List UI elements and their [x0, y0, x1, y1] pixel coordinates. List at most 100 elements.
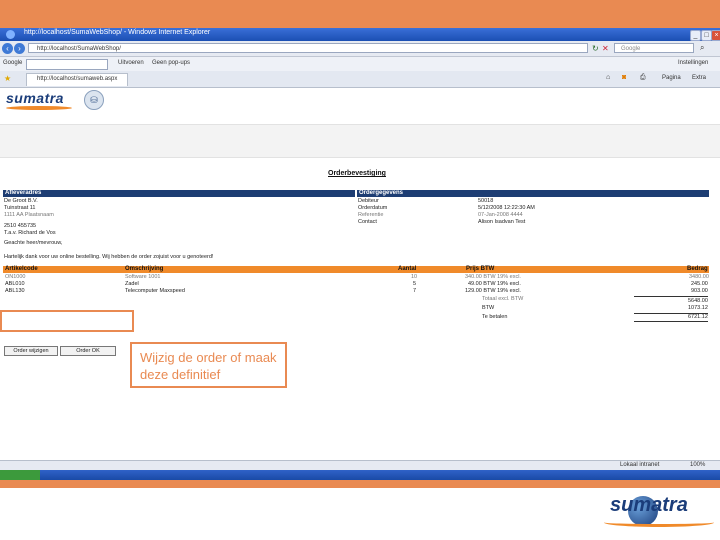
zoom-level[interactable]: 100% [690, 462, 705, 468]
refresh-icon[interactable]: ↻ [592, 44, 599, 53]
toolbar-button-1[interactable]: Uitvoeren [118, 60, 144, 66]
total-value: 6721.12 [688, 314, 708, 320]
callout-box: Wijzig de order of maak deze definitief [130, 342, 287, 388]
back-icon[interactable]: ‹ [2, 43, 13, 54]
slide-footer: sumatra [0, 488, 720, 540]
row-quantity: 7 [413, 288, 417, 294]
row-price: 340.00 BTW 19% excl. [465, 274, 521, 280]
close-button[interactable]: × [711, 30, 720, 41]
subtotal-label: Totaal excl. BTW [482, 296, 524, 302]
stop-icon[interactable]: ✕ [602, 44, 609, 53]
address-input[interactable]: http://localhost/SumaWebShop/ [28, 43, 588, 53]
home-icon[interactable]: ⌂ [606, 74, 610, 81]
toolbar-button-2[interactable]: Geen pop-ups [152, 60, 190, 66]
row-description: Telecomputer Maxspeed [125, 288, 185, 294]
cart-icon[interactable]: ⛁ [84, 90, 104, 110]
col-header: Bedrag [687, 266, 708, 272]
toolbar-settings[interactable]: Instellingen [678, 60, 708, 66]
footer-logo: sumatra [610, 494, 688, 516]
edit-order-button[interactable]: Order wijzigen [4, 346, 58, 356]
row-quantity: 5 [413, 281, 417, 287]
row-description: Software 1001 [125, 274, 161, 280]
table-row: ON1000 Software 1001 10 340.00 BTW 19% e… [3, 274, 709, 281]
search-input[interactable]: Google [614, 43, 694, 53]
order-info-label: Debiteur [358, 198, 379, 204]
order-info-value: 50018 [478, 198, 494, 204]
greeting: Geachte heer/mevrouw, [4, 240, 63, 246]
address-bar-row: ‹ › http://localhost/SumaWebShop/ ↻ ✕ Go… [0, 41, 720, 57]
sumatra-logo: sumatra [6, 90, 64, 106]
order-info-header: Ordergegevens [357, 190, 709, 197]
google-label: Google [3, 60, 23, 66]
forward-icon[interactable]: › [14, 43, 25, 54]
order-info-label: Referentie [358, 212, 384, 218]
total-underline [634, 321, 708, 322]
delivery-line: 1111 AA Plaatsnaam [4, 212, 54, 218]
order-ok-button[interactable]: Order OK [60, 346, 116, 356]
order-info-label: Orderdatum [358, 205, 388, 211]
delivery-header: Afleveradres [3, 190, 355, 197]
window-title: http://localhost/SumaWebShop/ - Windows … [24, 29, 211, 36]
google-toolbar: Google Uitvoeren Geen pop-ups Instelling… [0, 57, 720, 72]
status-zone: Lokaal intranet [620, 462, 660, 468]
browser-window: http://localhost/SumaWebShop/ - Windows … [0, 28, 720, 480]
order-info-values: 50018 5/12/2008 12:22:30 AM 07-Jan-2008 … [478, 198, 535, 226]
order-info-value: 5/12/2008 12:22:30 AM [478, 205, 535, 211]
thanks-message: Hartelijk dank voor uw online bestelling… [4, 254, 214, 260]
delivery-line: T.a.v. Richard de Vos [4, 230, 56, 236]
minimize-button[interactable]: _ [690, 30, 701, 41]
delivery-line: 2510 455735 [4, 223, 37, 229]
tab-bar: ★ http://localhost/sumaweb.aspx ⌂ ◙ ⎙ Pa… [0, 71, 720, 88]
row-code: ABL130 [5, 288, 25, 294]
subtotal-value: 5648.00 [688, 298, 708, 304]
feeds-icon[interactable]: ◙ [622, 74, 626, 81]
col-header: Omschrijving [125, 266, 164, 272]
page-title: Orderbevestiging [328, 170, 386, 177]
favorites-star-icon[interactable]: ★ [4, 74, 11, 83]
taskbar [0, 470, 720, 480]
col-header: Artikelcode [5, 266, 38, 272]
row-code: ABL010 [5, 281, 25, 287]
title-bar: http://localhost/SumaWebShop/ - Windows … [0, 28, 720, 41]
ie-icon [6, 30, 15, 39]
btw-value: 1073.12 [688, 305, 708, 311]
btw-label: BTW [482, 305, 495, 311]
delivery-line: De Groot B.V. [4, 198, 38, 204]
toolbar-search-field[interactable] [26, 59, 108, 70]
tab-label: http://localhost/sumaweb.aspx [37, 76, 118, 82]
page-menu[interactable]: Pagina [662, 75, 681, 81]
table-row: ABL010 Zadel 5 49.00 BTW 19% excl. 245.0… [3, 281, 709, 288]
page-header-strip [0, 124, 720, 158]
row-amount: 903.00 [691, 288, 708, 294]
row-quantity: 10 [411, 274, 418, 280]
footer-swoosh [604, 518, 714, 527]
total-label: Te betalen [482, 314, 508, 320]
totals-divider [634, 296, 708, 297]
row-price: 129.00 BTW 19% excl. [465, 288, 521, 294]
start-button[interactable] [0, 470, 40, 480]
order-info-value: 07-Jan-2008 4444 [478, 212, 523, 218]
row-code: ON1000 [5, 274, 26, 280]
search-icon[interactable]: ⌕ [700, 43, 704, 53]
slide-band [0, 480, 720, 488]
row-amount: 3480.00 [689, 274, 709, 280]
web-page: sumatra ⛁ Orderbevestiging Afleveradres … [0, 88, 720, 468]
table-row: ABL130 Telecomputer Maxspeed 7 129.00 BT… [3, 288, 709, 295]
row-amount: 245.00 [691, 281, 708, 287]
tools-menu[interactable]: Extra [692, 75, 706, 81]
order-info-value: Alison Isadvan Test [478, 219, 526, 225]
row-description: Zadel [125, 281, 139, 287]
order-info-labels: Debiteur Orderdatum Referentie Contact [358, 198, 387, 226]
row-price: 49.00 BTW 19% excl. [468, 281, 521, 287]
buttons-highlight-box [0, 310, 134, 332]
delivery-line: Tuinstraat 11 [4, 205, 36, 211]
col-header: Prijs BTW [466, 266, 495, 272]
order-info-label: Contact [358, 219, 377, 225]
col-header: Aantal [398, 266, 417, 272]
order-table-header: Artikelcode Omschrijving Aantal Prijs BT… [3, 266, 709, 273]
delivery-block: De Groot B.V. Tuinstraat 11 1111 AA Plaa… [4, 198, 56, 237]
print-icon[interactable]: ⎙ [640, 74, 646, 82]
callout-text: Wijzig de order of maak deze definitief [140, 350, 277, 382]
tab-current[interactable]: http://localhost/sumaweb.aspx [26, 73, 128, 86]
logo-swoosh [6, 106, 72, 110]
